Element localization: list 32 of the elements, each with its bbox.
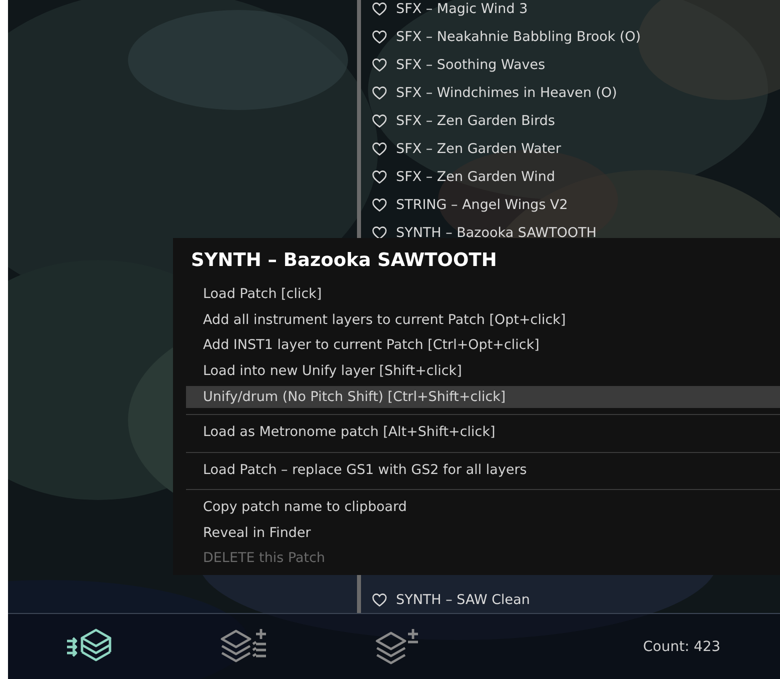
menu-item[interactable]: Add INST1 layer to current Patch [Ctrl+Opt+click] [186, 333, 780, 358]
patch-name[interactable]: SFX – Neakahnie Babbling Brook (O) [396, 29, 641, 45]
menu-title: SYNTH – Bazooka SAWTOOTH [191, 249, 498, 273]
patch-name[interactable]: SFX – Magic Wind 3 [396, 1, 528, 17]
patch-name[interactable]: SYNTH – SAW Clean [396, 592, 530, 608]
menu-item[interactable]: Load Patch – replace GS1 with GS2 for all layers [186, 458, 780, 483]
heart-icon[interactable] [372, 593, 387, 607]
menu-item[interactable]: Add all instrument layers to current Patch [Opt+click] [186, 308, 780, 333]
heart-icon[interactable] [372, 2, 387, 16]
patch-name[interactable]: SFX – Soothing Waves [396, 57, 546, 73]
patch-name[interactable]: SYNTH – Bazooka SAWTOOTH [396, 225, 596, 241]
heart-icon[interactable] [372, 198, 387, 212]
menu-item[interactable]: Load into new Unify layer [Shift+click] [186, 358, 780, 384]
patch-name[interactable]: SFX – Zen Garden Birds [396, 113, 556, 129]
menu-item[interactable]: Reveal in Finder [186, 520, 780, 546]
heart-icon[interactable] [372, 86, 387, 100]
menu-item[interactable]: Unify/drum (No Pitch Shift) [Ctrl+Shift+click] [186, 386, 780, 408]
heart-icon[interactable] [372, 142, 387, 156]
patch-name[interactable]: SFX – Zen Garden Wind [396, 169, 556, 185]
menu-item[interactable]: Load Patch [click] [186, 282, 780, 308]
patch-count: Count: 423 [643, 638, 720, 654]
menu-item[interactable]: Load as Metronome patch [Alt+Shift+click] [186, 420, 780, 446]
patch-name[interactable]: STRING – Angel Wings V2 [396, 197, 568, 213]
heart-icon[interactable] [372, 58, 387, 72]
heart-icon[interactable] [372, 114, 387, 128]
patch-name[interactable]: SFX – Windchimes in Heaven (O) [396, 85, 617, 101]
menu-item: DELETE this Patch [202, 549, 326, 568]
heart-icon[interactable] [372, 30, 387, 44]
menu-item[interactable]: Copy patch name to clipboard [186, 495, 780, 520]
heart-icon[interactable] [372, 226, 387, 240]
patch-name[interactable]: SFX – Zen Garden Water [396, 141, 561, 157]
heart-icon[interactable] [372, 170, 387, 184]
